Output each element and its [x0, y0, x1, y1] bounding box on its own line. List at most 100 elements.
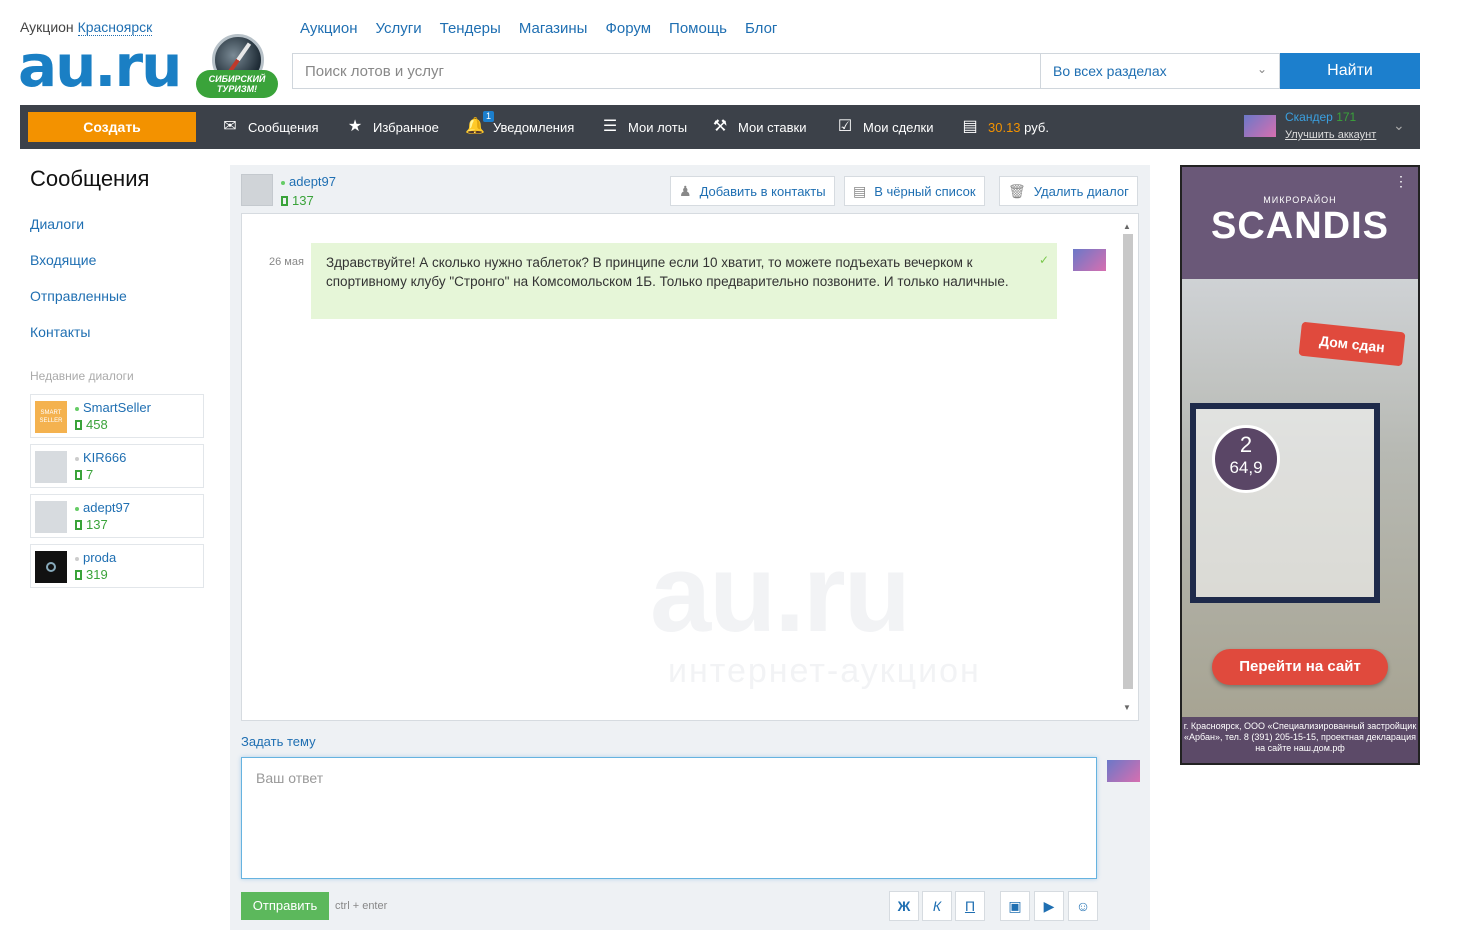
nav-auction[interactable]: Аукцион	[300, 20, 358, 37]
wallet-icon: ▤	[962, 118, 978, 135]
bold-button[interactable]: Ж	[889, 891, 919, 921]
page-title: Сообщения	[30, 166, 150, 191]
more-vertical-icon[interactable]: ⋮	[1394, 173, 1408, 190]
italic-button[interactable]: К	[922, 891, 952, 921]
dialog-user-name[interactable]: adept97	[281, 174, 336, 189]
add-user-icon: ♟	[679, 182, 692, 199]
checkbox-icon: ☑	[837, 118, 853, 135]
toolbar-my-bids[interactable]: ⚒ Мои ставки	[710, 105, 807, 149]
phone-icon	[75, 470, 82, 480]
watermark-subtitle: интернет-аукцион	[668, 652, 981, 690]
toolbar-my-deals-label: Мои сделки	[863, 119, 934, 135]
toolbar-favorites-label: Избранное	[373, 119, 439, 135]
recent-dialog-item[interactable]: KIR666 7	[30, 444, 204, 488]
online-status-icon	[75, 506, 79, 511]
toolbar-messages[interactable]: ✉ Сообщения	[220, 105, 319, 149]
recent-dialog-item[interactable]: SMART SELLER SmartSeller 458	[30, 394, 204, 438]
phone-icon	[75, 420, 82, 430]
ad-apartment-badge: 2 64,9	[1212, 425, 1280, 493]
list-icon: ☰	[602, 118, 618, 135]
nav-forum[interactable]: Форум	[605, 20, 651, 37]
sidebar-item-contacts[interactable]: Контакты	[30, 324, 90, 340]
balance-amount: 30.13	[988, 119, 1021, 135]
toolbar-favorites[interactable]: ★ Избранное	[345, 105, 439, 149]
add-contact-button[interactable]: ♟ Добавить в контакты	[670, 176, 835, 206]
avatar	[35, 551, 67, 583]
search-section-value: Во всех разделах	[1053, 63, 1167, 79]
send-hint: ctrl + enter	[335, 900, 388, 912]
nav-blog[interactable]: Блог	[745, 20, 777, 37]
recent-dialog-name: KIR666	[75, 450, 126, 465]
user-toolbar: Создать ✉ Сообщения ★ Избранное 🔔 1 Уведо…	[20, 105, 1420, 149]
upgrade-account-link[interactable]: Улучшить аккаунт	[1285, 129, 1376, 141]
ad-brand: SCANDIS	[1210, 205, 1390, 247]
toolbar-balance[interactable]: ▤ 30.13 руб.	[960, 105, 1049, 149]
sidebar-item-inbox[interactable]: Входящие	[30, 252, 96, 268]
ad-header: МИКРОРАЙОН SCANDIS ⋮	[1182, 167, 1418, 279]
scrollbar[interactable]: ▲ ▼	[1123, 222, 1133, 712]
insert-video-button[interactable]: ▶	[1034, 891, 1064, 921]
envelope-icon: ✉	[223, 118, 237, 135]
avatar	[1107, 760, 1140, 782]
underline-button[interactable]: П	[955, 891, 985, 921]
ad-cta-button[interactable]: Перейти на сайт	[1212, 649, 1388, 685]
toolbar-my-lots[interactable]: ☰ Мои лоты	[600, 105, 687, 149]
image-icon: ▣	[1008, 898, 1022, 914]
blacklist-button[interactable]: ▤ В чёрный список	[844, 176, 985, 206]
recent-dialog-name: SmartSeller	[75, 400, 151, 415]
message-date: 26 мая	[269, 256, 304, 268]
top-nav: Аукцион Услуги Тендеры Магазины Форум По…	[300, 20, 777, 37]
delete-dialog-button[interactable]: 🗑 Удалить диалог	[999, 176, 1138, 206]
emoji-button[interactable]: ☺	[1068, 891, 1098, 921]
ad-legal-text: г. Красноярск, ООО «Специализированный з…	[1182, 717, 1418, 763]
toolbar-notifications[interactable]: 🔔 1 Уведомления	[465, 105, 574, 149]
offline-status-icon	[75, 556, 79, 561]
scroll-up-icon[interactable]: ▲	[1123, 222, 1131, 231]
online-status-icon	[281, 180, 285, 185]
offline-status-icon	[75, 456, 79, 461]
search-section-select[interactable]: Во всех разделах ⌄	[1040, 53, 1280, 89]
recent-dialog-item[interactable]: adept97 137	[30, 494, 204, 538]
reply-textarea[interactable]: Ваш ответ	[241, 757, 1097, 879]
scroll-down-icon[interactable]: ▼	[1123, 703, 1131, 712]
send-button[interactable]: Отправить	[241, 892, 329, 920]
recent-dialog-rating: 137	[75, 517, 108, 532]
account-avatar[interactable]	[1244, 115, 1276, 137]
nav-help[interactable]: Помощь	[669, 20, 727, 37]
avatar[interactable]	[241, 174, 273, 206]
sidebar-item-sent[interactable]: Отправленные	[30, 288, 127, 304]
video-icon: ▶	[1043, 898, 1055, 914]
nav-tenders[interactable]: Тендеры	[440, 20, 501, 37]
delete-dialog-label: Удалить диалог	[1033, 183, 1129, 199]
toolbar-my-lots-label: Мои лоты	[628, 119, 688, 135]
sidebar-item-dialogs[interactable]: Диалоги	[30, 216, 84, 232]
site-logo[interactable]: au.ru	[18, 32, 182, 100]
dialog-user-rating: 137	[281, 193, 314, 208]
trash-icon: 🗑	[1008, 182, 1026, 199]
account-name-text: Скандер	[1285, 110, 1333, 124]
account-name[interactable]: Скандер 171	[1285, 110, 1356, 124]
search-input[interactable]: Поиск лотов и услуг	[292, 53, 1041, 89]
search-button[interactable]: Найти	[1280, 53, 1420, 89]
chevron-down-icon[interactable]: ⌄	[1393, 117, 1405, 134]
toolbar-my-bids-label: Мои ставки	[738, 119, 807, 135]
toolbar-notifications-label: Уведомления	[493, 119, 575, 135]
recent-dialog-rating: 7	[75, 467, 93, 482]
toolbar-my-deals[interactable]: ☑ Мои сделки	[835, 105, 934, 149]
nav-shops[interactable]: Магазины	[519, 20, 588, 37]
ad-banner[interactable]: МИКРОРАЙОН SCANDIS ⋮ Дом сдан 2 64,9 Пер…	[1180, 165, 1420, 765]
recent-dialog-name: adept97	[75, 500, 130, 515]
promo-badge[interactable]: СИБИРСКИЙ ТУРИЗМ!	[196, 22, 278, 100]
ad-area: 64,9	[1229, 458, 1263, 477]
scrollbar-thumb[interactable]	[1123, 234, 1133, 689]
recent-dialog-name: proda	[75, 550, 116, 565]
set-topic-link[interactable]: Задать тему	[241, 734, 316, 749]
insert-image-button[interactable]: ▣	[1000, 891, 1030, 921]
toolbar-messages-label: Сообщения	[248, 119, 319, 135]
recent-dialog-item[interactable]: proda 319	[30, 544, 204, 588]
ad-rooms: 2	[1239, 432, 1253, 457]
account-rating: 171	[1336, 110, 1357, 124]
nav-services[interactable]: Услуги	[376, 20, 422, 37]
avatar: SMART SELLER	[35, 401, 67, 433]
create-button[interactable]: Создать	[28, 112, 196, 142]
